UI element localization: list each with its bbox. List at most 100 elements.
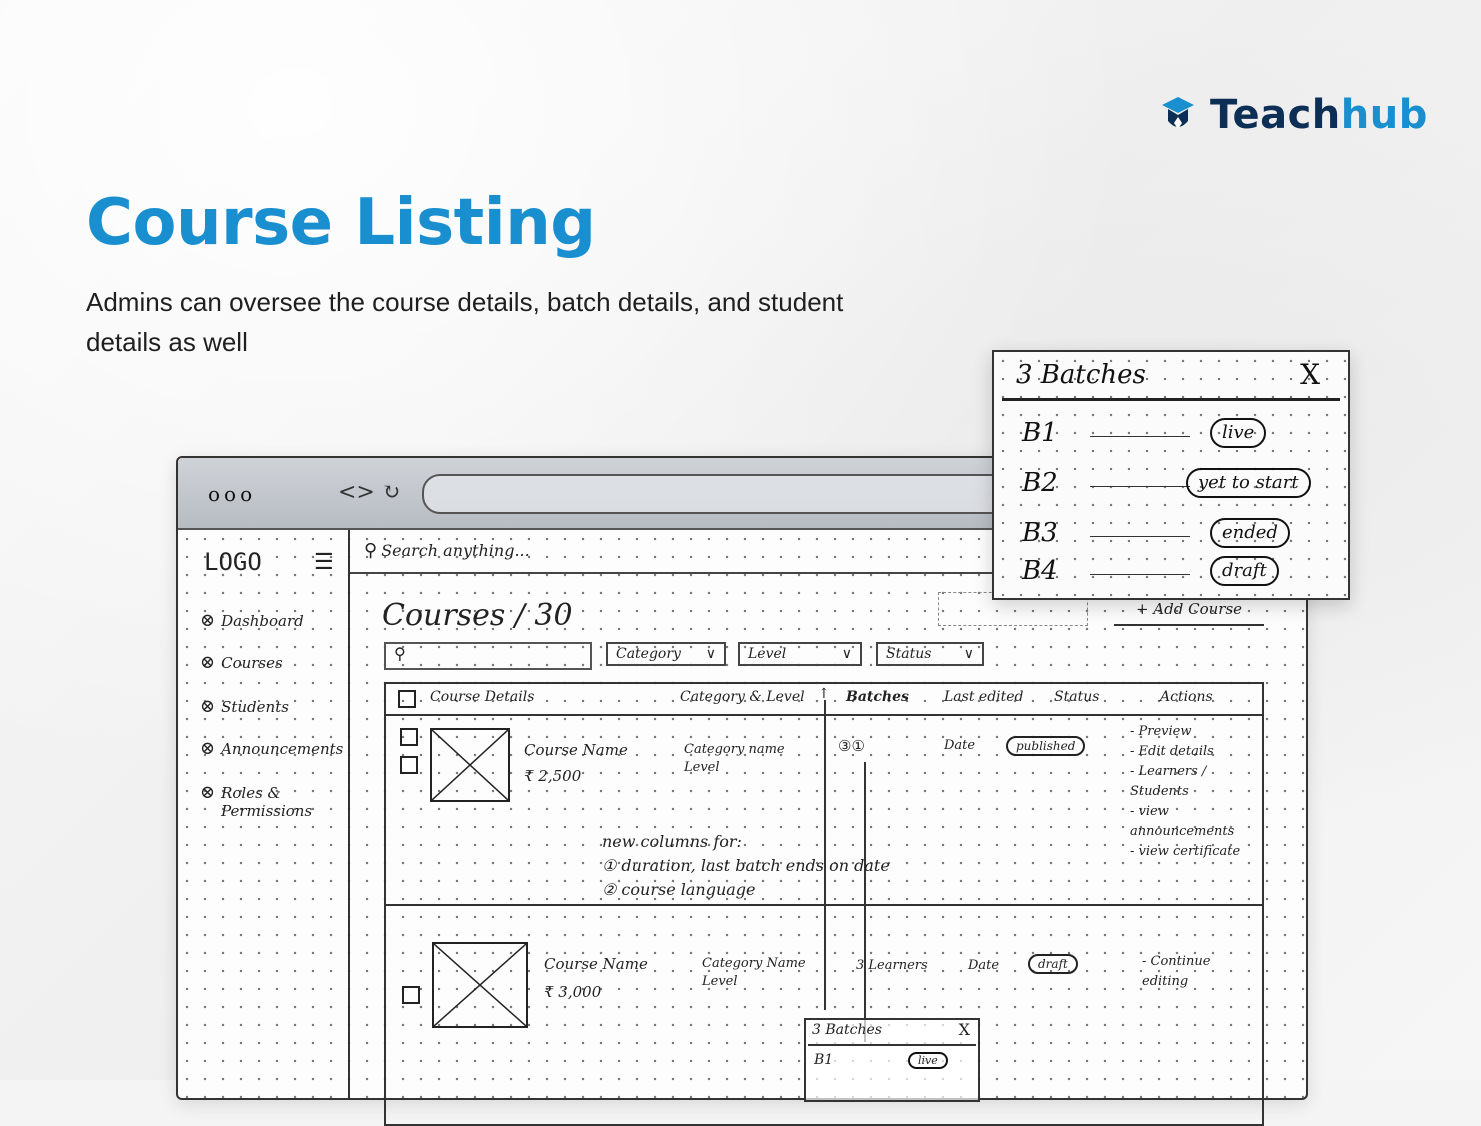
level-filter: Level ∨ bbox=[738, 642, 862, 666]
chevron-down-icon: ∨ bbox=[963, 646, 974, 662]
header-last-edited: Last edited bbox=[944, 689, 1024, 705]
action-preview: - Preview bbox=[1130, 724, 1192, 739]
sidebar-item-label: Dashboard bbox=[221, 612, 304, 630]
sidebar-item-announcements: ⊗ Announcements bbox=[200, 738, 344, 759]
image-placeholder-icon bbox=[432, 730, 508, 800]
category-name: Category Name bbox=[702, 956, 806, 971]
level-filter-label: Level bbox=[748, 646, 787, 662]
action-certificate: - view certificate bbox=[1130, 844, 1241, 859]
last-edited-date: Date bbox=[944, 738, 976, 753]
batch-status: live bbox=[1210, 418, 1267, 448]
annotation-note: new columns for: ① duration, last batch … bbox=[602, 830, 890, 902]
sidebar-item-students: ⊗ Students bbox=[200, 696, 289, 717]
batches-count: 3 Learners bbox=[856, 958, 928, 973]
window-dots: ooo bbox=[208, 482, 257, 506]
mini-batches-popover: 3 Batches X B1 live bbox=[804, 1018, 980, 1102]
sidebar-logo: LOGO bbox=[204, 548, 262, 576]
action-announcements: - view announcements bbox=[1130, 804, 1235, 839]
batches-count: ③① bbox=[838, 737, 865, 755]
batch-leader-line bbox=[1090, 574, 1190, 575]
header-actions: Actions bbox=[1160, 689, 1213, 705]
chevron-down-icon: ∨ bbox=[841, 646, 852, 662]
brand-name-part2: hub bbox=[1340, 92, 1428, 138]
filter-search-input: ⚲ bbox=[384, 642, 592, 670]
mini-popover-title: 3 Batches bbox=[812, 1022, 882, 1038]
sidebar-item-label: Students bbox=[221, 698, 289, 716]
circle-x-icon: ⊗ bbox=[200, 782, 216, 803]
batch-label: B2 bbox=[1022, 468, 1058, 498]
batch-label: B1 bbox=[1022, 418, 1058, 448]
circle-x-icon: ⊗ bbox=[200, 738, 216, 759]
page-subtitle: Admins can oversee the course details, b… bbox=[86, 287, 844, 357]
sidebar-item-label: Roles & Permissions bbox=[221, 784, 313, 820]
search-icon: ⚲ bbox=[394, 644, 406, 663]
course-name: Course Name bbox=[524, 741, 628, 759]
sidebar-item-label: Announcements bbox=[221, 740, 344, 758]
brand-name-part1: Teach bbox=[1210, 92, 1341, 138]
batch-row: B4 draft bbox=[994, 552, 1348, 592]
header-status: Status bbox=[1054, 689, 1100, 705]
row-checkbox bbox=[400, 728, 418, 746]
action-continue-editing: - Continue editing bbox=[1142, 954, 1211, 989]
batch-row: B2 yet to start bbox=[994, 464, 1348, 504]
chevron-down-icon: ∨ bbox=[705, 646, 716, 662]
sidebar-item-label: Courses bbox=[221, 654, 283, 672]
hamburger-icon: ☰ bbox=[314, 550, 334, 575]
popover-title: 3 Batches bbox=[1016, 360, 1146, 390]
header-category: Category & Level bbox=[680, 689, 805, 705]
annotation-arrow-line bbox=[864, 762, 866, 1042]
add-course-button: + Add Course bbox=[1114, 600, 1264, 626]
circle-x-icon: ⊗ bbox=[200, 610, 216, 631]
course-price: ₹ 2,500 bbox=[524, 767, 582, 785]
search-bar: ⚲ Search anything... bbox=[364, 540, 530, 561]
status-filter: Status ∨ bbox=[876, 642, 984, 666]
circle-x-icon: ⊗ bbox=[200, 652, 216, 673]
search-icon: ⚲ bbox=[364, 540, 378, 561]
header-batches: Batches bbox=[846, 689, 909, 705]
batch-leader-line bbox=[1090, 436, 1190, 437]
batch-label: B4 bbox=[1022, 556, 1058, 586]
brand-logo: Teachhub bbox=[1160, 92, 1428, 138]
circle-x-icon: ⊗ bbox=[200, 696, 216, 717]
status-badge: draft bbox=[1028, 954, 1078, 974]
brand-name: Teachhub bbox=[1210, 92, 1428, 138]
category-filter: Category ∨ bbox=[606, 642, 726, 666]
arrow-up-icon: ↑ bbox=[818, 686, 830, 702]
graduation-cap-icon bbox=[1162, 97, 1194, 129]
course-thumbnail bbox=[430, 728, 510, 802]
header-course-details: Course Details bbox=[430, 689, 535, 705]
search-label: Search anything... bbox=[381, 541, 530, 560]
note-line: ① duration, last batch ends on date bbox=[602, 856, 890, 875]
courses-title: Courses / 30 bbox=[382, 598, 573, 633]
popover-divider bbox=[1002, 398, 1340, 401]
image-placeholder-icon bbox=[434, 944, 526, 1026]
row-checkbox bbox=[400, 756, 418, 774]
action-learners: - Learners / Students bbox=[1130, 764, 1207, 799]
category-name: Category name bbox=[684, 742, 785, 757]
mini-batch-status: live bbox=[908, 1052, 948, 1069]
batch-row: B3 ended bbox=[994, 514, 1348, 554]
course-thumbnail bbox=[432, 942, 528, 1028]
close-icon: X bbox=[1300, 358, 1320, 391]
mini-popover-divider bbox=[808, 1044, 976, 1046]
close-icon: X bbox=[958, 1020, 970, 1039]
level-name: Level bbox=[702, 974, 738, 989]
course-price: ₹ 3,000 bbox=[544, 983, 602, 1001]
batch-leader-line bbox=[1090, 536, 1190, 537]
status-badge: published bbox=[1006, 736, 1086, 756]
note-line: new columns for: bbox=[602, 832, 742, 851]
action-edit: - Edit details bbox=[1130, 744, 1214, 759]
page-title: Course Listing bbox=[86, 186, 596, 260]
level-name: Level bbox=[684, 760, 720, 775]
batch-status: draft bbox=[1210, 556, 1279, 586]
batch-status: ended bbox=[1210, 518, 1290, 548]
select-all-checkbox bbox=[398, 690, 416, 708]
status-filter-label: Status bbox=[886, 646, 932, 662]
sidebar-item-dashboard: ⊗ Dashboard bbox=[200, 610, 304, 631]
mini-batch-label: B1 bbox=[814, 1052, 834, 1068]
sidebar-item-courses: ⊗ Courses bbox=[200, 652, 283, 673]
batch-status: yet to start bbox=[1186, 468, 1311, 498]
last-edited-date: Date bbox=[968, 958, 1000, 973]
nav-arrows: <> ↻ bbox=[338, 480, 401, 505]
sidebar-divider bbox=[348, 530, 350, 1098]
